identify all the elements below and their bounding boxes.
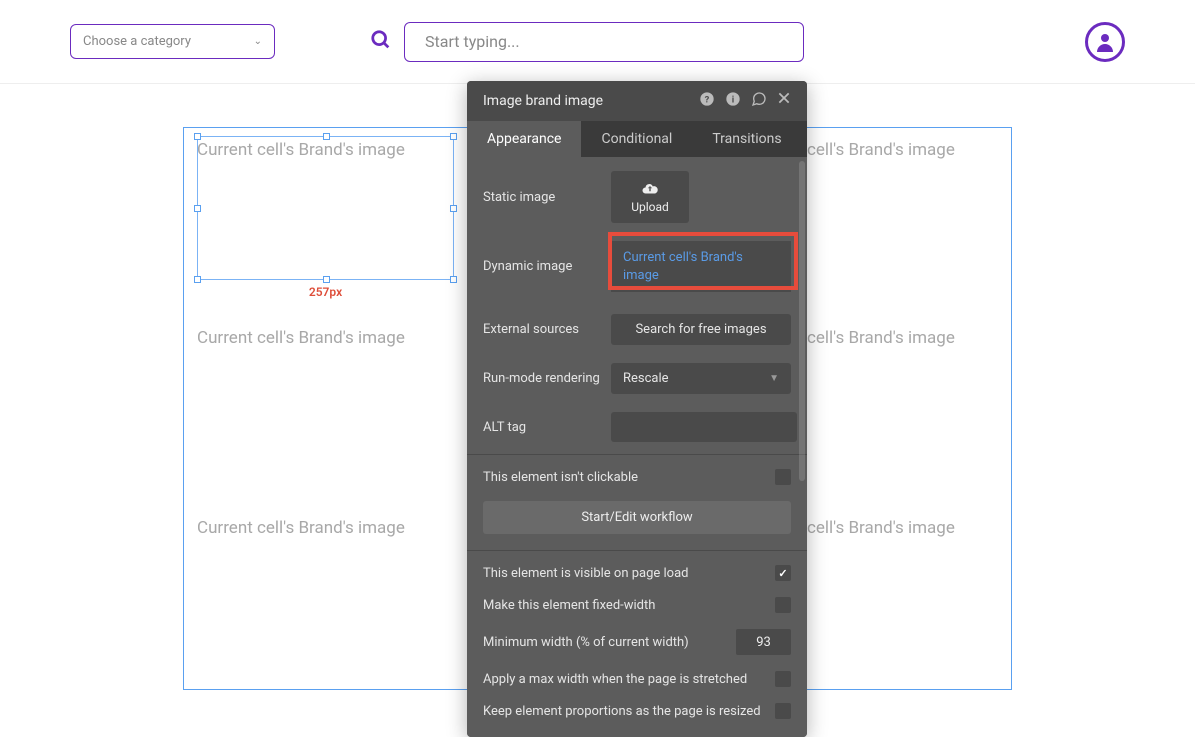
- panel-title: Image brand image: [483, 93, 699, 109]
- category-placeholder: Choose a category: [83, 34, 191, 49]
- panel-header[interactable]: Image brand image ? i: [467, 81, 807, 121]
- chevron-down-icon: ▼: [769, 373, 779, 384]
- avatar[interactable]: [1085, 22, 1125, 62]
- fixed-width-label: Make this element fixed-width: [483, 598, 655, 613]
- visible-on-load-label: This element is visible on page load: [483, 566, 689, 581]
- panel-tabs: Appearance Conditional Transitions: [467, 121, 807, 157]
- min-width-input[interactable]: [736, 629, 791, 655]
- run-mode-label: Run-mode rendering: [483, 371, 611, 386]
- comment-icon[interactable]: [751, 91, 767, 111]
- visible-on-load-checkbox[interactable]: [775, 565, 791, 581]
- upload-label: Upload: [631, 200, 669, 214]
- panel-body: Static image Upload Dynamic image Curren…: [467, 157, 807, 737]
- run-mode-value: Rescale: [623, 371, 669, 386]
- close-icon[interactable]: [777, 91, 791, 111]
- top-bar: Choose a category ⌄: [0, 0, 1195, 84]
- search-input[interactable]: [404, 22, 804, 62]
- cell-placeholder: Current cell's Brand's image: [197, 328, 405, 348]
- svg-text:?: ?: [705, 94, 710, 105]
- not-clickable-checkbox[interactable]: [775, 469, 791, 485]
- search-free-images-button[interactable]: Search for free images: [611, 314, 791, 345]
- keep-proportions-label: Keep element proportions as the page is …: [483, 704, 761, 719]
- dynamic-image-expression[interactable]: Current cell's Brand's image: [611, 241, 791, 292]
- chevron-down-icon: ⌄: [254, 36, 262, 47]
- cell-placeholder: Current cell's Brand's image: [197, 518, 405, 538]
- selected-element[interactable]: [197, 136, 454, 280]
- alt-tag-label: ALT tag: [483, 420, 611, 435]
- cloud-upload-icon: [639, 180, 661, 198]
- dynamic-image-label: Dynamic image: [483, 259, 611, 274]
- resize-handle[interactable]: [323, 133, 330, 140]
- keep-proportions-checkbox[interactable]: [775, 703, 791, 719]
- run-mode-select[interactable]: Rescale ▼: [611, 363, 791, 394]
- alt-tag-input[interactable]: [611, 412, 797, 442]
- resize-handle[interactable]: [450, 276, 457, 283]
- static-image-label: Static image: [483, 190, 611, 205]
- search-icon[interactable]: [370, 29, 392, 55]
- category-dropdown[interactable]: Choose a category ⌄: [70, 24, 275, 59]
- resize-handle[interactable]: [194, 276, 201, 283]
- property-panel: Image brand image ? i Appearance Conditi…: [467, 81, 807, 737]
- not-clickable-label: This element isn't clickable: [483, 470, 638, 485]
- external-sources-label: External sources: [483, 322, 611, 337]
- help-icon[interactable]: ?: [699, 91, 715, 111]
- scrollbar[interactable]: [799, 161, 805, 481]
- tab-appearance[interactable]: Appearance: [467, 121, 581, 157]
- svg-text:i: i: [732, 94, 734, 105]
- resize-handle[interactable]: [450, 205, 457, 212]
- width-label: 257px: [197, 285, 454, 299]
- resize-handle[interactable]: [323, 276, 330, 283]
- apply-max-width-label: Apply a max width when the page is stret…: [483, 672, 747, 687]
- resize-handle[interactable]: [450, 133, 457, 140]
- fixed-width-checkbox[interactable]: [775, 597, 791, 613]
- info-icon[interactable]: i: [725, 91, 741, 111]
- resize-handle[interactable]: [194, 205, 201, 212]
- start-edit-workflow-button[interactable]: Start/Edit workflow: [483, 501, 791, 534]
- resize-handle[interactable]: [194, 133, 201, 140]
- tab-conditional[interactable]: Conditional: [581, 121, 692, 157]
- apply-max-width-checkbox[interactable]: [775, 671, 791, 687]
- min-width-label: Minimum width (% of current width): [483, 635, 689, 650]
- tab-transitions[interactable]: Transitions: [692, 121, 801, 157]
- upload-button[interactable]: Upload: [611, 171, 689, 223]
